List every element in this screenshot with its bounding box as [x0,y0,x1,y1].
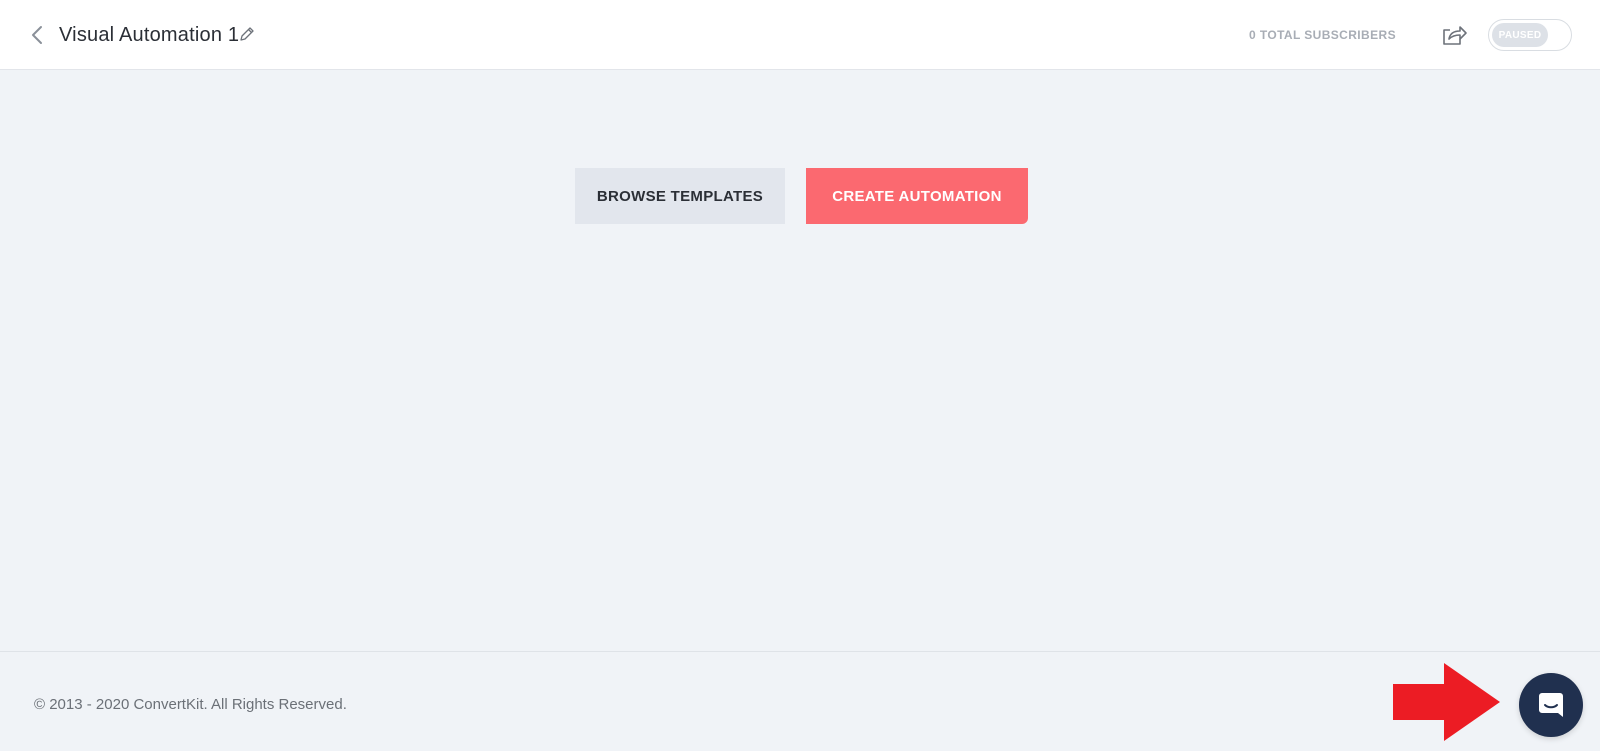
browse-templates-button[interactable]: BROWSE TEMPLATES [575,168,785,224]
footer-divider [0,651,1600,652]
chat-launcher-button[interactable] [1519,673,1583,737]
share-button[interactable] [1440,22,1468,48]
status-toggle[interactable]: PAUSED [1488,19,1572,51]
chevron-left-icon [32,26,42,44]
edit-title-button[interactable] [238,25,256,43]
share-icon [1443,26,1467,45]
status-label: PAUSED [1492,23,1548,47]
chat-bubble-icon [1539,693,1563,717]
subscriber-count: 0 TOTAL SUBSCRIBERS [1249,28,1396,42]
copyright-text: © 2013 - 2020 ConvertKit. All Rights Res… [34,696,347,713]
page-title: Visual Automation 1 [59,24,240,46]
top-bar: Visual Automation 1 0 TOTAL SUBSCRIBERS … [0,0,1600,70]
red-arrow-annotation-icon [1393,663,1500,741]
create-automation-button[interactable]: CREATE AUTOMATION [806,168,1028,224]
pencil-icon [240,27,254,41]
back-button[interactable] [26,22,48,48]
